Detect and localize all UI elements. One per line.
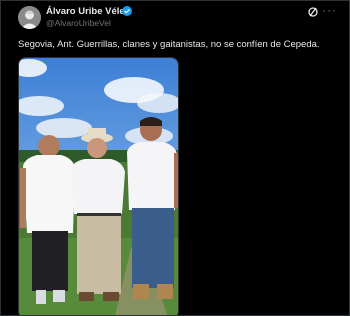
grok-icon[interactable] (307, 6, 319, 18)
author-handle[interactable]: @AlvaroUribeVel (46, 18, 111, 28)
author-name[interactable]: Álvaro Uribe Vélez (46, 6, 129, 17)
tweet-card: Álvaro Uribe Vélez @AlvaroUribeVel ··· S… (0, 0, 350, 316)
post-photo[interactable] (18, 57, 179, 315)
avatar[interactable] (18, 6, 41, 29)
verified-badge-icon (122, 6, 132, 16)
more-options-icon[interactable]: ··· (322, 4, 337, 16)
post-text: Segovia, Ant. Guerrillas, clanes y gaita… (18, 39, 320, 50)
